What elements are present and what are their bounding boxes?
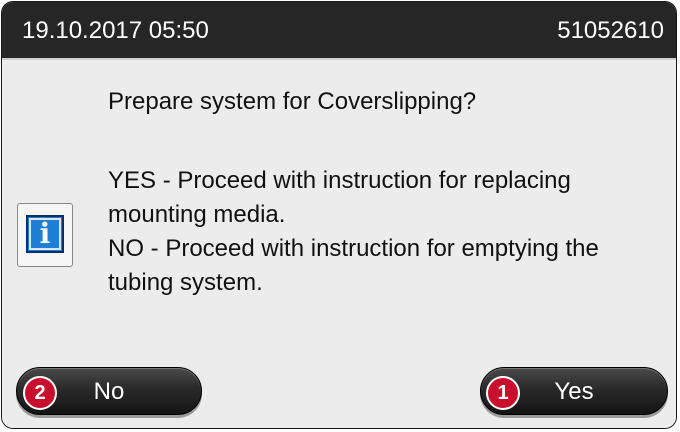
serial-number: 51052610 bbox=[557, 17, 664, 44]
message-line: mounting media. bbox=[108, 201, 286, 228]
info-icon: i bbox=[26, 215, 64, 253]
title-bar: 19.10.2017 05:50 51052610 bbox=[2, 2, 676, 58]
callout-badge-1: 1 bbox=[486, 376, 520, 410]
coverslipping-dialog: 19.10.2017 05:50 51052610 Prepare system… bbox=[1, 1, 677, 429]
message-line: tubing system. bbox=[108, 269, 263, 296]
message-line: YES - Proceed with instruction for repla… bbox=[108, 167, 571, 194]
message-line: NO - Proceed with instruction for emptyi… bbox=[108, 235, 599, 262]
callout-badge-2: 2 bbox=[23, 376, 57, 410]
date-time: 19.10.2017 05:50 bbox=[22, 17, 209, 44]
info-icon-frame: i bbox=[17, 203, 73, 267]
dialog-question: Prepare system for Coverslipping? bbox=[108, 88, 477, 115]
